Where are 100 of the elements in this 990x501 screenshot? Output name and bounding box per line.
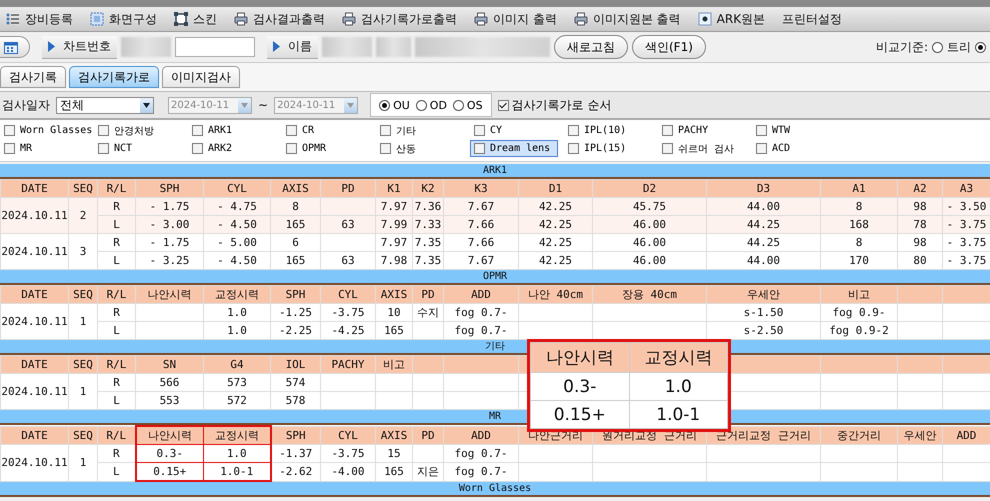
test-checkbox[interactable]: CR (282, 122, 318, 139)
column-header: A2 (898, 180, 942, 198)
column-header: DATE (0, 180, 68, 198)
table-cell: 98 (898, 234, 942, 252)
redacted-field (121, 37, 171, 57)
column-header: D1 (518, 180, 592, 198)
test-checkbox[interactable]: ARK2 (188, 140, 236, 157)
radio-button[interactable] (932, 42, 943, 52)
dropdown-arrow-icon (143, 102, 150, 108)
eye-radio[interactable]: OS (452, 98, 483, 112)
table-cell: 8 (820, 198, 898, 216)
tab[interactable]: 검사기록 (0, 66, 66, 88)
eye-radio[interactable]: OU (379, 98, 410, 112)
table-cell: 566 (136, 374, 204, 392)
table-cell: 7.97 (376, 234, 412, 252)
table-cell: 7.99 (376, 216, 412, 234)
test-checkbox[interactable]: CY (470, 122, 506, 139)
redacted-field (322, 37, 372, 57)
table-cell: -2.62 (270, 462, 320, 481)
toolbar-button[interactable]: 이미지원본 출력 (574, 10, 681, 28)
test-checkbox[interactable]: MR (0, 140, 36, 157)
table-cell: s-1.50 (706, 304, 820, 322)
eye-radio[interactable]: OD (416, 98, 447, 112)
column-header: D3 (706, 180, 820, 198)
section-title-bar: ARK1 (0, 164, 990, 179)
column-header: SEQ (68, 356, 98, 374)
column-header: ADD (444, 426, 518, 444)
period-dropdown[interactable]: 전체 (56, 96, 154, 114)
table-cell: 7.35 (412, 234, 444, 252)
test-checkbox[interactable]: WTW (752, 122, 794, 139)
action-button[interactable]: 새로고침 (554, 35, 628, 59)
toolbar-button[interactable]: ARK원본 (698, 10, 766, 28)
table-cell: 7.66 (444, 234, 518, 252)
tab[interactable]: 이미지검사 (162, 66, 240, 88)
test-checkbox[interactable]: 산동 (376, 140, 420, 157)
test-checkbox[interactable]: OPMR (282, 140, 330, 157)
table-cell: 46.00 (592, 234, 706, 252)
table-cell: - 1.75 (136, 198, 204, 216)
test-checkbox[interactable]: IPL(15) (564, 140, 630, 157)
table-cell: 10 (376, 304, 412, 322)
column-header: G4 (204, 356, 270, 374)
test-checkbox[interactable]: 안경처방 (94, 122, 158, 139)
toolbar-button[interactable]: 이미지 출력 (474, 10, 557, 28)
table-cell: - 1.75 (136, 234, 204, 252)
toolbar-button[interactable]: 검사결과출력 (234, 10, 325, 28)
table-cell: 574 (270, 374, 320, 392)
column-header: SPH (136, 180, 204, 198)
date-label: 검사일자 (2, 96, 50, 114)
table-cell: fog 0.7- (444, 304, 518, 322)
table-cell: 0.3- (530, 372, 629, 400)
toolbar-button[interactable]: 화면구성 (90, 10, 157, 28)
test-checkbox[interactable]: ARK1 (188, 122, 236, 139)
table-cell: fog 0.7- (444, 444, 518, 462)
test-checkbox[interactable]: PACHY (658, 122, 712, 139)
action-button[interactable]: 색인(F1) (632, 35, 706, 59)
table-cell: 44.25 (706, 234, 820, 252)
column-header: 장용 40cm (592, 286, 706, 304)
range-separator: ~ (258, 98, 268, 112)
test-checkbox[interactable]: IPL(10) (564, 122, 630, 139)
table-cell: 165 (376, 462, 412, 481)
table-cell: 42.25 (518, 234, 592, 252)
column-header: 우세안 (706, 286, 820, 304)
order-checkbox[interactable]: 검사기록가로 순서 (498, 96, 612, 114)
table-cell: 45.75 (592, 198, 706, 216)
test-checkbox[interactable]: Dream lens (470, 140, 558, 157)
tab[interactable]: 검사기록가로 (69, 66, 159, 88)
column-header: CYL (320, 426, 376, 444)
table-cell: 44.25 (706, 216, 820, 234)
table-cell: - 3.00 (136, 216, 204, 234)
toolbar-button[interactable]: 프린터설정 (782, 10, 842, 28)
toolbar-button[interactable]: 스킨 (174, 10, 217, 28)
table-cell: - 4.50 (204, 216, 270, 234)
table-cell: - 3.75 (942, 216, 990, 234)
column-header: 근거리교정 근거리 (706, 426, 820, 444)
calendar-button[interactable] (0, 36, 30, 58)
test-checkbox[interactable]: NCT (94, 140, 136, 157)
column-header: R/L (98, 356, 136, 374)
table-cell: 7.67 (444, 198, 518, 216)
column-header: ADD (942, 426, 990, 444)
table-cell: 7.66 (444, 216, 518, 234)
table-cell: 7.97 (376, 198, 412, 216)
column-header: 교정시력 (204, 286, 270, 304)
table-cell: - 5.00 (204, 234, 270, 252)
column-header: DATE (0, 286, 68, 304)
column-header: 나안시력 (136, 426, 204, 444)
chart-number-field[interactable] (175, 37, 255, 57)
radio-label[interactable]: 트리 (947, 38, 971, 56)
test-checkbox[interactable]: ACD (752, 140, 794, 157)
toolbar-button[interactable]: 검사기록가로출력 (342, 10, 457, 28)
test-checkbox[interactable]: Worn Glasses (0, 122, 96, 139)
radio-button[interactable] (975, 42, 986, 52)
column-header: PD (412, 286, 444, 304)
column-header: R/L (98, 180, 136, 198)
toolbar-button[interactable]: 장비등록 (6, 10, 73, 28)
table-cell: fog 0.7- (444, 462, 518, 481)
test-checkbox[interactable]: 기타 (376, 122, 420, 139)
table-cell: -3.75 (320, 304, 376, 322)
table-cell: 165 (270, 216, 320, 234)
test-checkbox[interactable]: 쉬르머 검사 (658, 140, 738, 157)
column-header: A3 (942, 180, 990, 198)
